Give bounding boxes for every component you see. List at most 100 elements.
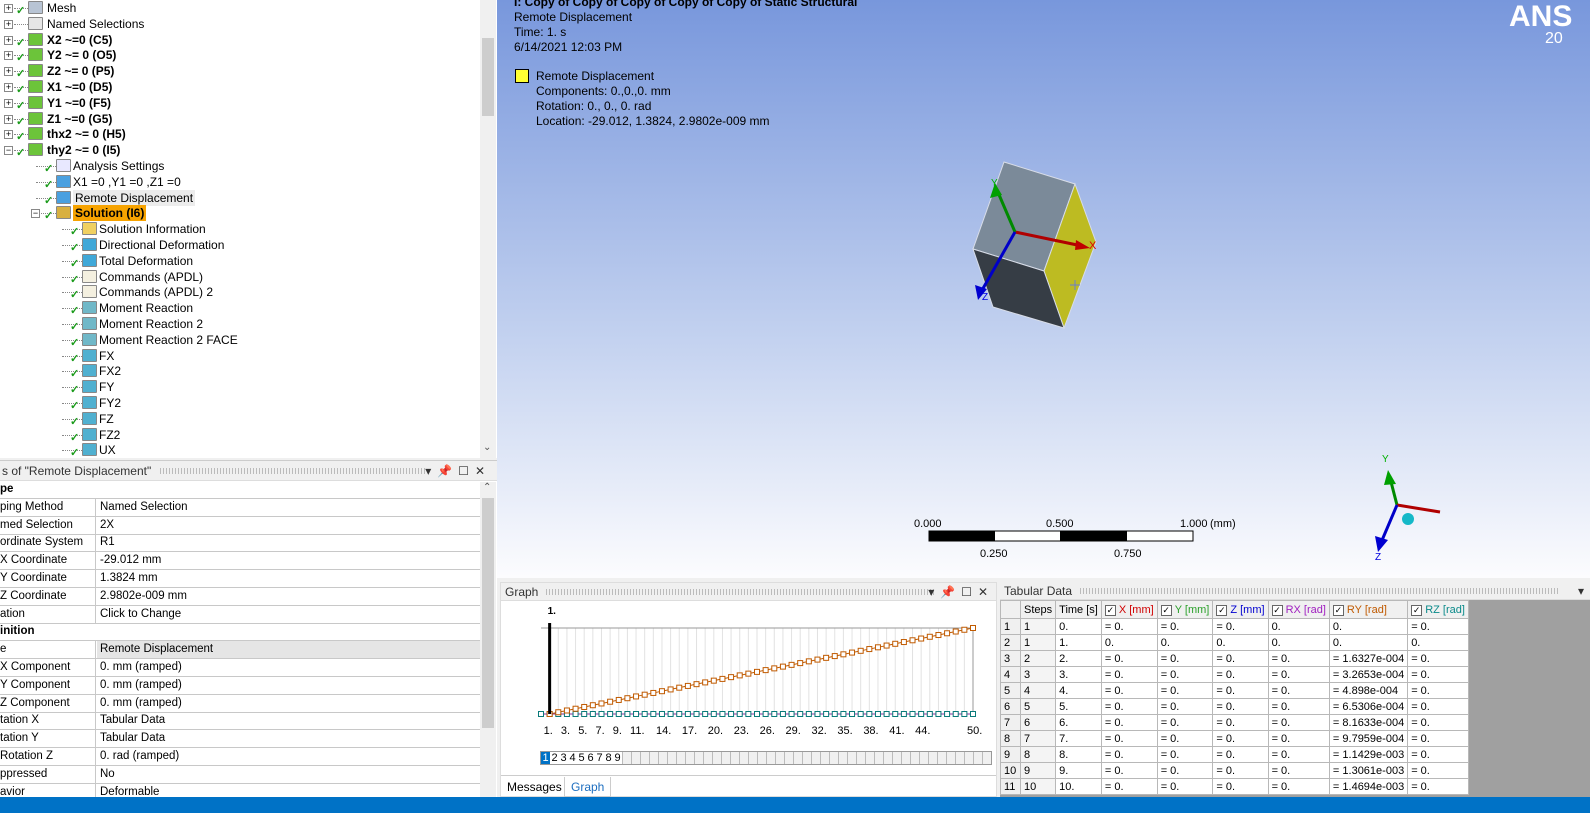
step-button[interactable] bbox=[892, 752, 901, 764]
column-header[interactable]: ✓ RY [rad] bbox=[1328, 600, 1409, 619]
step-button[interactable] bbox=[955, 752, 964, 764]
expand-icon[interactable]: + bbox=[4, 83, 13, 92]
table-cell[interactable]: 1 bbox=[1019, 634, 1057, 651]
step-button[interactable] bbox=[775, 752, 784, 764]
details-group-header[interactable]: pe bbox=[0, 481, 480, 499]
expand-icon[interactable]: + bbox=[4, 4, 13, 13]
details-row[interactable]: ordinate System R1 bbox=[0, 534, 480, 553]
step-button[interactable] bbox=[829, 752, 838, 764]
table-cell[interactable]: = 0. bbox=[1407, 746, 1469, 763]
graphics-viewport[interactable]: I: Copy of Copy of Copy of Copy of Copy … bbox=[497, 0, 1590, 578]
table-cell[interactable]: = 0. bbox=[1212, 778, 1269, 795]
step-button[interactable]: 8 bbox=[604, 752, 613, 764]
expand-icon[interactable]: + bbox=[4, 35, 13, 45]
step-button[interactable] bbox=[793, 752, 802, 764]
column-checkbox[interactable]: ✓ bbox=[1216, 604, 1228, 616]
table-cell[interactable]: = 0. bbox=[1156, 682, 1214, 699]
step-button[interactable]: 2 bbox=[550, 752, 559, 764]
step-button[interactable] bbox=[739, 752, 748, 764]
table-cell[interactable]: = 0. bbox=[1212, 666, 1269, 683]
table-cell[interactable]: 5 bbox=[1019, 698, 1057, 715]
details-value[interactable]: R1 bbox=[100, 534, 115, 551]
table-cell[interactable]: = 6.5306e-004 bbox=[1328, 698, 1409, 715]
table-cell[interactable]: 0. bbox=[1267, 618, 1330, 635]
expand-icon[interactable]: + bbox=[4, 114, 13, 124]
step-button[interactable] bbox=[667, 752, 676, 764]
step-button[interactable] bbox=[748, 752, 757, 764]
details-row[interactable]: med Selection 2X bbox=[0, 516, 480, 535]
tree-item[interactable]: ✓ UX bbox=[0, 442, 480, 458]
table-cell[interactable]: = 0. bbox=[1267, 698, 1330, 715]
details-row[interactable]: Y Coordinate 1.3824 mm bbox=[0, 570, 480, 588]
table-cell[interactable]: = 1.6327e-004 bbox=[1328, 650, 1409, 667]
tree-item[interactable]: ✓ Commands (APDL) 2 bbox=[0, 284, 480, 301]
step-button[interactable] bbox=[937, 752, 946, 764]
step-button[interactable] bbox=[811, 752, 820, 764]
table-cell[interactable]: = 0. bbox=[1212, 698, 1269, 715]
table-row[interactable]: 8 7 7. = 0. = 0. = 0. = 0. = 9.7959e-004 = 0. bbox=[1000, 730, 1469, 747]
tree-item[interactable]: + Named Selections bbox=[0, 16, 480, 32]
expand-icon[interactable]: + bbox=[4, 67, 13, 77]
table-cell[interactable]: = 8.1633e-004 bbox=[1328, 714, 1409, 731]
table-cell[interactable]: = 3.2653e-004 bbox=[1328, 666, 1409, 683]
close-icon[interactable]: ✕ bbox=[978, 585, 994, 599]
outline-tree[interactable]: + ✓ Mesh + Named Selections + ✓ X2 ~=0 (C5) + ✓ Y2… bbox=[0, 0, 497, 458]
table-cell[interactable]: = 0. bbox=[1212, 682, 1269, 699]
step-button[interactable] bbox=[928, 752, 937, 764]
collapse-icon[interactable]: − bbox=[31, 209, 40, 219]
details-scroll-thumb[interactable] bbox=[482, 498, 494, 728]
table-cell[interactable]: = 0. bbox=[1212, 730, 1269, 747]
table-cell[interactable]: 5. bbox=[1055, 698, 1102, 715]
details-row[interactable]: ping Method Named Selection bbox=[0, 498, 480, 517]
details-row[interactable]: ppressed No bbox=[0, 765, 480, 784]
step-button[interactable] bbox=[919, 752, 928, 764]
table-cell[interactable]: = 0. bbox=[1267, 762, 1330, 779]
details-value[interactable]: Click to Change bbox=[100, 606, 181, 623]
table-cell[interactable]: 3 bbox=[1019, 666, 1057, 683]
graph-chart[interactable]: 1. 1. 3. 5. 7. 9. 11. 14. 17. 20. 23. 26. 29. 32. 35. 3… bbox=[501, 601, 998, 756]
column-checkbox[interactable]: ✓ bbox=[1160, 604, 1172, 616]
column-header[interactable]: ✓ Z [mm] bbox=[1212, 600, 1269, 619]
tree-item[interactable]: ✓ FZ bbox=[0, 411, 480, 428]
expand-icon[interactable]: + bbox=[4, 51, 13, 61]
tree-item[interactable]: ✓ FZ2 bbox=[0, 427, 480, 444]
table-cell[interactable]: = 0. bbox=[1267, 778, 1330, 795]
details-value[interactable]: 2.9802e-009 mm bbox=[100, 588, 187, 605]
table-cell[interactable]: = 0. bbox=[1156, 762, 1214, 779]
column-header[interactable]: ✓ X [mm] bbox=[1100, 600, 1158, 619]
maximize-icon[interactable]: ☐ bbox=[458, 464, 475, 478]
details-row[interactable]: X Coordinate -29.012 mm bbox=[0, 552, 480, 571]
table-cell[interactable]: = 0. bbox=[1212, 650, 1269, 667]
details-value[interactable]: -29.012 mm bbox=[100, 552, 161, 569]
tab-messages[interactable]: Messages bbox=[501, 777, 568, 797]
details-row[interactable]: tation Y Tabular Data bbox=[0, 730, 480, 749]
step-button[interactable]: 6 bbox=[586, 752, 595, 764]
step-button[interactable] bbox=[658, 752, 667, 764]
table-cell[interactable]: = 0. bbox=[1407, 618, 1469, 635]
tree-item[interactable]: + ✓ Z2 ~= 0 (P5) bbox=[0, 63, 480, 80]
step-button[interactable] bbox=[910, 752, 919, 764]
table-cell[interactable]: 7. bbox=[1055, 730, 1102, 747]
table-cell[interactable]: 2 bbox=[1019, 650, 1057, 667]
step-button[interactable] bbox=[838, 752, 847, 764]
table-cell[interactable]: = 0. bbox=[1267, 746, 1330, 763]
table-cell[interactable]: = 0. bbox=[1212, 714, 1269, 731]
table-cell[interactable]: = 0. bbox=[1407, 730, 1469, 747]
tree-item[interactable]: ✓ Moment Reaction 2 FACE bbox=[0, 332, 480, 349]
step-selector[interactable]: 123456789 bbox=[540, 751, 992, 765]
drag-grip[interactable] bbox=[1080, 588, 1560, 594]
table-cell[interactable]: 0. bbox=[1267, 634, 1330, 651]
table-cell[interactable]: = 0. bbox=[1100, 762, 1158, 779]
details-row[interactable]: X Component 0. mm (ramped) bbox=[0, 659, 480, 677]
tree-item[interactable]: − ✓ Solution (I6) bbox=[0, 205, 480, 222]
tree-item[interactable]: ✓ FY2 bbox=[0, 395, 480, 412]
details-scrollbar[interactable]: ⌃ bbox=[480, 482, 496, 798]
table-cell[interactable]: 0. bbox=[1407, 634, 1469, 651]
step-button[interactable]: 7 bbox=[595, 752, 604, 764]
table-row[interactable]: 10 9 9. = 0. = 0. = 0. = 0. = 1.3061e-003 = 0. bbox=[1000, 762, 1469, 779]
details-value[interactable]: Tabular Data bbox=[100, 712, 165, 729]
table-cell[interactable]: 2. bbox=[1055, 650, 1102, 667]
column-header[interactable]: ✓ Y [mm] bbox=[1156, 600, 1214, 619]
table-cell[interactable]: = 0. bbox=[1267, 730, 1330, 747]
details-row[interactable]: e Remote Displacement bbox=[0, 641, 480, 660]
